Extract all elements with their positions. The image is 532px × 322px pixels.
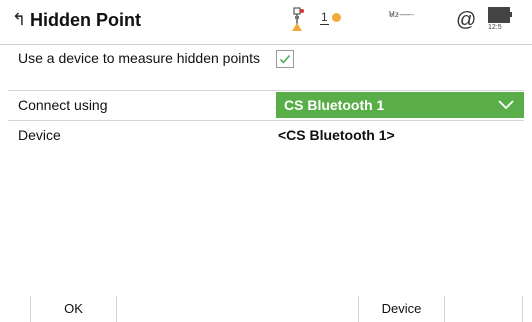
connect-using-select[interactable]: CS Bluetooth 1 [276, 92, 524, 118]
softkey-f4[interactable] [444, 296, 522, 322]
device-label: Device [18, 127, 61, 143]
pole-prism-icon[interactable] [289, 7, 309, 33]
softkey-bar: OK Device [0, 296, 532, 322]
connect-using-label: Connect using [18, 97, 108, 113]
measure-device-row: Use a device to measure hidden points [0, 44, 532, 90]
device-button[interactable]: Device [358, 296, 444, 322]
satellite-count: 1 [320, 10, 329, 25]
title-bar: ↰ Hidden Point 1 Hz ----- V ----- @ 12:5 [0, 0, 532, 45]
at-icon[interactable]: @ [456, 7, 476, 33]
satellite-status[interactable]: 1 [320, 10, 341, 25]
chevron-down-icon [498, 100, 514, 110]
connect-using-value: CS Bluetooth 1 [284, 97, 385, 113]
softkey-f2[interactable] [116, 296, 118, 322]
softkey-divider [522, 296, 532, 322]
back-arrow-icon[interactable]: ↰ [12, 9, 30, 31]
checkmark-icon [279, 54, 291, 64]
battery-icon[interactable]: 12:5 [488, 5, 524, 37]
measure-device-checkbox[interactable] [276, 50, 294, 68]
measure-device-label: Use a device to measure hidden points [18, 50, 261, 66]
device-value: <CS Bluetooth 1> [278, 127, 395, 143]
device-row: Device <CS Bluetooth 1> [0, 120, 532, 150]
position-status-dot-icon [331, 13, 341, 22]
connect-using-row: Connect using CS Bluetooth 1 [0, 90, 532, 120]
page-title: Hidden Point [30, 10, 141, 30]
battery-time: 12:5 [488, 24, 502, 31]
ok-button[interactable]: OK [30, 296, 116, 322]
